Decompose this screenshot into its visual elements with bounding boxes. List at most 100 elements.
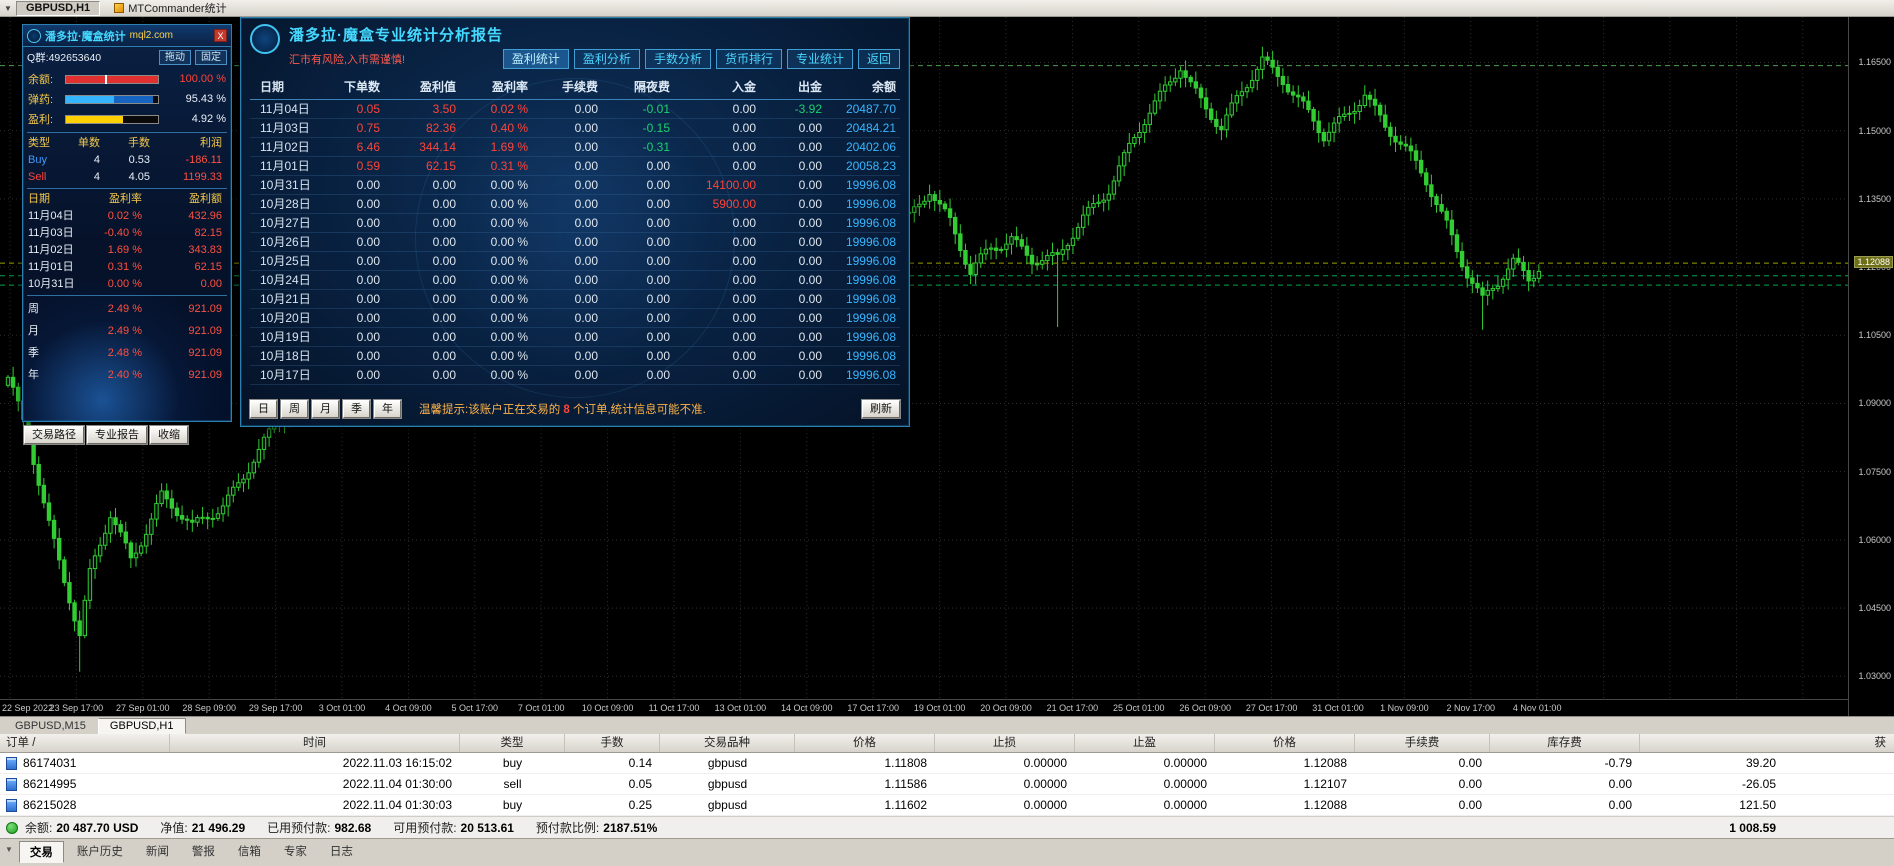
order-row[interactable]: 86214995 2022.11.04 01:30:00 sell 0.05 gbpus… — [0, 774, 1894, 795]
price-tick-label: 1.06000 — [1858, 534, 1891, 545]
daily-table: 日期 盈利率 盈利额 11月04日 0.02 % 432.96 11月03日 -0.40 % 8… — [23, 191, 231, 293]
cell: 0.00 — [432, 292, 456, 306]
cell: 0.25 — [628, 798, 652, 812]
report-tab-3[interactable]: 货币排行 — [715, 49, 782, 69]
cell: 0.00 — [798, 235, 822, 249]
terminal-tab-账户历史[interactable]: 账户历史 — [67, 841, 133, 863]
report-globe-logo-icon — [250, 24, 280, 54]
table-row: 11月04日 0.05 3.50 0.02 % 0.00 -0.01 0.00 -3.92 20… — [250, 100, 900, 119]
current-price-tag: 1.12088 — [1854, 256, 1893, 269]
chart-window-tab[interactable]: GBPUSD,H1 — [16, 0, 101, 16]
indicator-window-tab[interactable]: MTCommander统计 — [106, 0, 234, 16]
cell: 10月26日 — [260, 235, 311, 249]
chevron-down-icon[interactable]: ▼ — [4, 841, 16, 854]
panel-button-收缩[interactable]: 收缩 — [150, 426, 188, 444]
period-button-周[interactable]: 周 — [281, 400, 308, 418]
column-header: 隔夜费 — [633, 80, 670, 94]
cell: 921.09 — [188, 303, 222, 315]
column-header: 订单 / — [0, 734, 170, 752]
terminal-tab-新闻[interactable]: 新闻 — [136, 841, 179, 863]
cell: 19996.08 — [845, 292, 896, 306]
cell: 0.00 — [432, 330, 456, 344]
report-tab-5[interactable]: 返回 — [857, 49, 900, 69]
period-button-月[interactable]: 月 — [312, 400, 339, 418]
cell: 19996.08 — [845, 254, 896, 268]
cell: 11月04日 — [28, 210, 74, 222]
cell: 11月03日 — [28, 227, 74, 239]
report-tab-0[interactable]: 盈利统计 — [502, 49, 569, 69]
cell: 1.11586 — [884, 777, 928, 791]
cell: 0.00 — [432, 235, 456, 249]
panel-button-交易路径[interactable]: 交易路径 — [24, 426, 84, 444]
panel-button-专业报告[interactable]: 专业报告 — [87, 426, 147, 444]
cell: 0.00 — [798, 368, 822, 382]
cell: 0.40 % — [490, 121, 528, 135]
cell: 0.00 % — [490, 235, 528, 249]
pin-button[interactable]: 固定 — [195, 50, 227, 65]
balance-label: 余额: — [25, 821, 53, 835]
margin-value: 982.68 — [334, 820, 372, 835]
order-row[interactable]: 86174031 2022.11.03 16:15:02 buy 0.14 gbpusd… — [0, 753, 1894, 774]
table-row: 10月19日 0.00 0.00 0.00 % 0.00 0.00 0.00 0.00 1999… — [250, 328, 900, 347]
chart-tab-GBPUSD,H1[interactable]: GBPUSD,H1 — [97, 718, 186, 734]
cell: 0.00 — [356, 178, 380, 192]
cell: 4.05 — [128, 171, 150, 183]
order-cell: 86215028 — [0, 795, 170, 815]
period-button-季[interactable]: 季 — [343, 400, 370, 418]
cell: -0.79 — [1604, 756, 1632, 770]
cell: 11月02日 — [260, 140, 310, 154]
terminal-tab-警报[interactable]: 警报 — [182, 841, 225, 863]
stats-panel-subbar: Q群:492653640 拖动 固定 — [23, 47, 231, 68]
date-tick-label: 21 Oct 17:00 — [1046, 703, 1099, 713]
order-row[interactable]: 86215028 2022.11.04 01:30:03 buy 0.25 gbpusd… — [0, 795, 1894, 816]
cell: 20402.06 — [845, 140, 896, 154]
cell: 19996.08 — [845, 197, 896, 211]
cell: -0.31 — [642, 140, 670, 154]
cell: 20487.70 — [845, 102, 896, 116]
column-header: 日期 — [260, 80, 285, 94]
account-status-icon — [6, 821, 18, 834]
column-header: 单数 — [78, 137, 100, 149]
gauge-label: 盈利: — [28, 114, 54, 126]
cell: gbpusd — [707, 756, 748, 770]
order-document-icon — [6, 798, 17, 812]
period-button-年[interactable]: 年 — [374, 400, 401, 418]
price-axis[interactable]: 1.165001.150001.135001.120001.105001.090… — [1848, 17, 1894, 716]
cell: 10月19日 — [260, 330, 311, 344]
drag-button[interactable]: 拖动 — [159, 50, 191, 65]
cell: 0.00 — [798, 197, 822, 211]
type-table: 类型 单数 手数 利润 Buy 4 0.53 -186.11 Sell 4 4.05 1199.33 — [23, 135, 231, 186]
chart-tab-GBPUSD,M15[interactable]: GBPUSD,M15 — [3, 718, 98, 734]
date-axis[interactable]: 22 Sep 2022 23 Sep 17:00 27 Sep 01:00 28 Se… — [0, 699, 1848, 716]
report-tab-4[interactable]: 专业统计 — [786, 49, 853, 69]
cell: 0.00 — [432, 273, 456, 287]
terminal-tab-交易[interactable]: 交易 — [18, 841, 64, 863]
gauge-marker — [104, 74, 107, 84]
close-icon[interactable]: X — [214, 29, 227, 42]
window-tab-bar: ▼ GBPUSD,H1 MTCommander统计 — [0, 0, 1894, 17]
cell: 0.00 — [732, 140, 756, 154]
cell: 0.14 — [628, 756, 652, 770]
refresh-button[interactable]: 刷新 — [862, 400, 900, 418]
report-tab-2[interactable]: 手数分析 — [644, 49, 711, 69]
report-tab-1[interactable]: 盈利分析 — [573, 49, 640, 69]
terminal-tab-日志[interactable]: 日志 — [320, 841, 363, 863]
period-button-日[interactable]: 日 — [250, 400, 277, 418]
column-header: 交易品种 — [660, 734, 795, 752]
stats-panel-titlebar[interactable]: 潘多拉·魔盒统计 mql2.com X — [23, 25, 231, 47]
column-header: 手续费 — [561, 80, 598, 94]
cell: 10月31日 — [260, 178, 311, 192]
table-row: 10月26日 0.00 0.00 0.00 % 0.00 0.00 0.00 0.00 1999… — [250, 233, 900, 252]
column-header: 库存费 — [1490, 734, 1640, 752]
divider — [27, 132, 227, 133]
cell: 921.09 — [188, 347, 222, 359]
terminal-tab-专家[interactable]: 专家 — [274, 841, 317, 863]
cell: 432.96 — [188, 210, 222, 222]
cell: -0.40 % — [104, 227, 142, 239]
cell: 3.50 — [432, 102, 456, 116]
cell: 0.00 — [646, 273, 670, 287]
terminal-tab-信箱[interactable]: 信箱 — [228, 841, 271, 863]
cell: 2022.11.04 01:30:00 — [342, 777, 452, 791]
window-menu-icon[interactable]: ▼ — [0, 4, 16, 13]
cell: 921.09 — [188, 325, 222, 337]
